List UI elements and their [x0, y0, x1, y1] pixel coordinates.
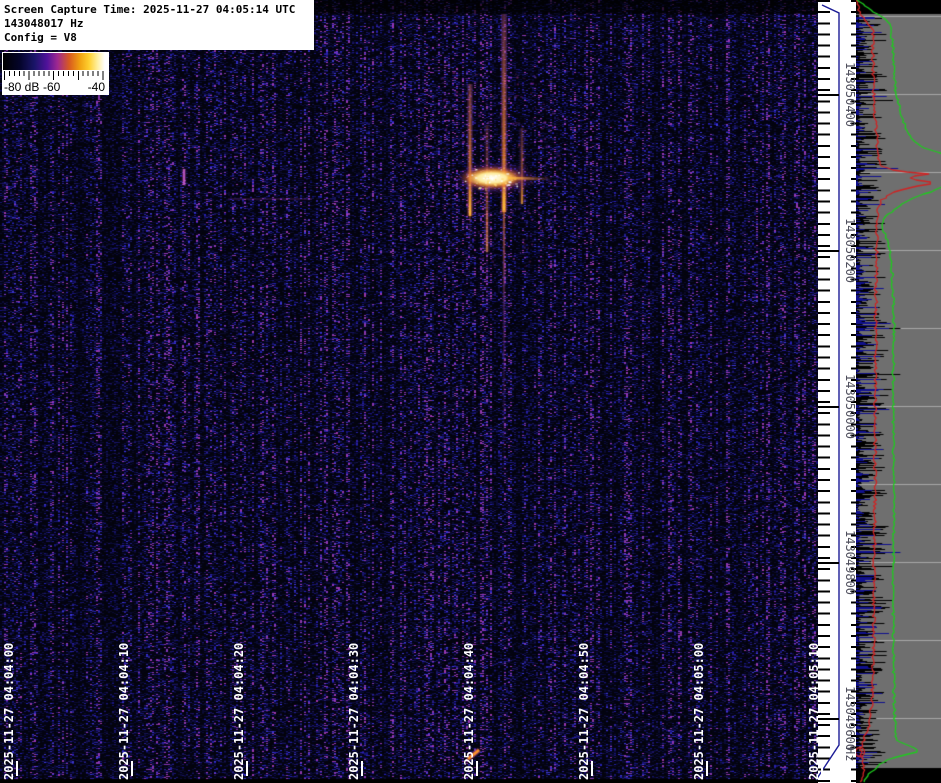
freq-label-1: 143050200 [843, 218, 857, 284]
time-tick-mark [246, 761, 248, 776]
time-label-1: 2025-11-27 04:04:10 [117, 642, 131, 780]
db-label-40: -40 [87, 80, 105, 94]
amplitude-color-scale: -80 dB -60 -40 [2, 52, 109, 95]
capture-info-box: Screen Capture Time: 2025-11-27 04:05:14… [0, 0, 314, 50]
capture-time-text: Screen Capture Time: 2025-11-27 04:05:14… [4, 3, 296, 16]
time-tick-mark [476, 761, 478, 776]
freq-label-0: 143050400 [843, 62, 857, 128]
freq-major-tick [818, 562, 839, 564]
time-tick-mark [361, 761, 363, 776]
freq-label-3: 143049800 [843, 530, 857, 596]
time-label-4: 2025-11-27 04:04:40 [462, 642, 476, 780]
time-tick-mark [821, 761, 823, 776]
time-label-6: 2025-11-27 04:05:00 [692, 642, 706, 780]
time-tick-mark [591, 761, 593, 776]
color-gradient-bar [3, 53, 108, 70]
freq-major-tick [818, 94, 839, 96]
db-label-60: -60 [43, 80, 61, 94]
time-tick-mark [16, 761, 18, 776]
spectrum-lab-capture: Screen Capture Time: 2025-11-27 04:05:14… [0, 0, 941, 783]
freq-major-tick [818, 406, 839, 408]
time-label-7: 2025-11-27 04:05:10 [807, 642, 821, 780]
freq-major-tick [818, 250, 839, 252]
time-label-0: 2025-11-27 04:04:00 [2, 642, 16, 780]
color-scale-ticks [4, 71, 107, 80]
freq-label-4: 143049600 [843, 686, 857, 752]
color-scale-labels: -80 dB -60 -40 [2, 80, 109, 94]
spectrum-side-panel [856, 0, 941, 783]
center-frequency-text: 143048017 Hz [4, 17, 84, 30]
freq-label-2: 143050000 [843, 374, 857, 440]
time-label-2: 2025-11-27 04:04:20 [232, 642, 246, 780]
freq-unit-label: Hz [843, 747, 857, 762]
freq-major-tick [818, 718, 839, 720]
db-label-80: -80 dB [4, 80, 40, 94]
config-text: Config = V8 [4, 31, 77, 44]
time-tick-mark [706, 761, 708, 776]
time-label-5: 2025-11-27 04:04:50 [577, 642, 591, 780]
frequency-axis-strip: 143050400 143050200 143050000 143049800 … [815, 0, 857, 783]
time-tick-mark [131, 761, 133, 776]
time-label-3: 2025-11-27 04:04:30 [347, 642, 361, 780]
